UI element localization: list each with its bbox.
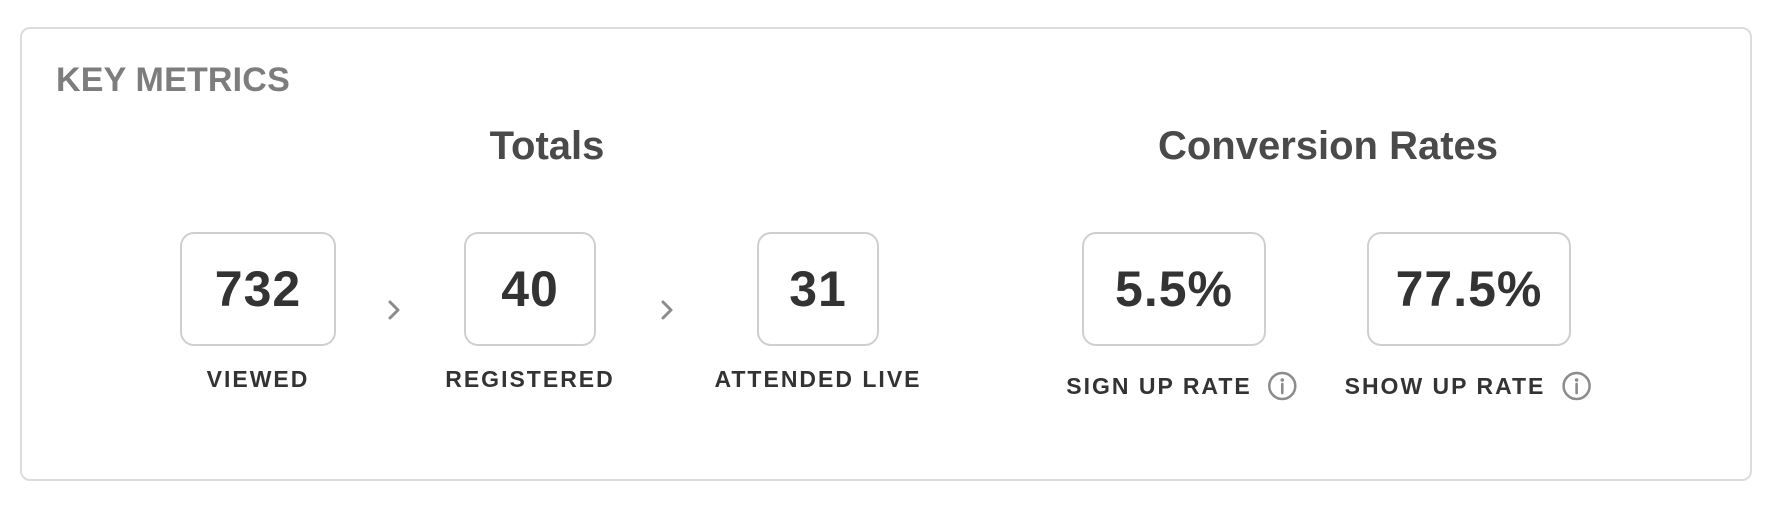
attended-live-value: 31: [789, 261, 847, 317]
viewed-value: 732: [214, 261, 302, 317]
viewed-label: VIEWED: [206, 366, 310, 392]
show-up-rate-label: SHOW UP RATE: [1344, 372, 1546, 399]
attended-live-label: ATTENDED LIVE: [714, 366, 922, 392]
sign-up-rate-label-row: SIGN UP RATE: [1066, 371, 1297, 401]
chevron-right-icon: [655, 298, 679, 322]
show-up-rate-label-row: SHOW UP RATE: [1345, 371, 1592, 401]
attended-live-box: 31: [757, 232, 879, 346]
totals-title: Totals: [489, 124, 605, 168]
sign-up-rate-label: SIGN UP RATE: [1066, 372, 1252, 399]
show-up-rate-box: 77.5%: [1367, 232, 1571, 346]
registered-value: 40: [501, 261, 559, 317]
registered-label: REGISTERED: [445, 366, 615, 392]
info-icon[interactable]: [1268, 371, 1298, 401]
viewed-box: 732: [180, 232, 336, 346]
key-metrics-card: KEY METRICS Totals 732 VIEWED 40 REGISTE…: [20, 27, 1752, 481]
card-title: KEY METRICS: [56, 61, 290, 99]
registered-box: 40: [464, 232, 596, 346]
sign-up-rate-box: 5.5%: [1082, 232, 1266, 346]
info-icon[interactable]: [1561, 371, 1591, 401]
chevron-right-icon: [382, 298, 406, 322]
sign-up-rate-value: 5.5%: [1115, 261, 1233, 317]
show-up-rate-value: 77.5%: [1395, 261, 1543, 317]
conversion-rates-title: Conversion Rates: [1157, 124, 1499, 168]
